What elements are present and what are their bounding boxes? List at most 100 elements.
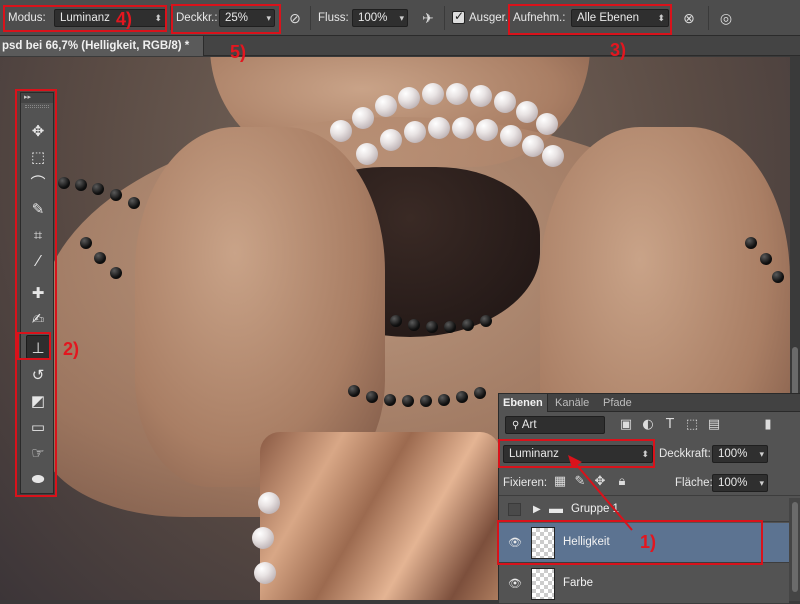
black-bead (110, 267, 122, 279)
lock-all-icon[interactable]: 🔒︎ (613, 473, 631, 491)
pearl (542, 145, 564, 167)
layer-row[interactable]: 👁︎ Farbe (499, 564, 789, 604)
layers-scrollbar[interactable] (789, 498, 800, 601)
annotation-5: 5) (230, 42, 247, 62)
highlight-toolbox (15, 89, 57, 497)
layer-name: Gruppe 1 (571, 503, 619, 515)
pearl (330, 120, 352, 142)
divider (708, 6, 709, 30)
scrollbar-thumb[interactable] (792, 502, 798, 592)
black-bead (745, 237, 757, 249)
folder-icon: ▬ (549, 500, 563, 516)
chevron-down-icon: ▾ (759, 478, 764, 488)
highlight-opacity (171, 4, 281, 34)
layers-panel: Ebenen Kanäle Pfade ⚲ Art ▣ ◐ T ⬚ ▤ ▮ Lu… (498, 393, 800, 604)
document-tab[interactable]: psd bei 66,7% (Helligkeit, RGB/8) * (0, 36, 204, 56)
type-filter-icon[interactable]: T (661, 416, 679, 434)
tab-paths[interactable]: Pfade (599, 394, 636, 412)
pearl (446, 83, 468, 105)
black-bead (390, 315, 402, 327)
tab-layers[interactable]: Ebenen (499, 394, 548, 412)
fill-input[interactable]: 100% ▾ (712, 474, 768, 492)
smart-object-filter-icon[interactable]: ▤ (705, 416, 723, 434)
black-bead (366, 391, 378, 403)
pearl (500, 125, 522, 147)
flow-label: Fluss: (318, 12, 349, 24)
pearl (252, 527, 274, 549)
lock-position-icon[interactable]: ✥ (591, 473, 609, 491)
highlight-sample (508, 4, 672, 35)
search-icon: ⚲ (512, 420, 520, 431)
lock-fill-row: Fixieren: ▦ ✎ ✥ 🔒︎ Fläche: 100% ▾ (499, 470, 800, 496)
pixel-filter-icon[interactable]: ▣ (617, 416, 635, 434)
black-bead (128, 197, 140, 209)
black-bead (75, 179, 87, 191)
pearl (352, 107, 374, 129)
layer-opacity-value: 100% (718, 448, 748, 460)
black-bead (110, 189, 122, 201)
pearl (494, 91, 516, 113)
pearl (452, 117, 474, 139)
ignore-adjustment-layers-icon[interactable]: ⊗ (679, 8, 699, 28)
black-bead (456, 391, 468, 403)
divider (444, 6, 445, 30)
black-bead (426, 321, 438, 333)
disclosure-triangle-icon[interactable]: ▶ (533, 503, 541, 517)
layer-opacity-input[interactable]: 100% ▾ (712, 445, 768, 463)
black-bead (408, 319, 420, 331)
black-bead (420, 395, 432, 407)
black-bead (474, 387, 486, 399)
annotation-2: 2) (63, 339, 80, 359)
divider (310, 6, 311, 30)
adjustment-filter-icon[interactable]: ◐ (639, 416, 657, 434)
filter-toggle-icon[interactable]: ▮ (759, 416, 777, 434)
tab-channels[interactable]: Kanäle (551, 394, 593, 412)
pearl (522, 135, 544, 157)
satin-fabric (260, 432, 500, 600)
pearl (428, 117, 450, 139)
pearl (476, 119, 498, 141)
black-bead (462, 319, 474, 331)
visibility-toggle[interactable] (508, 503, 521, 516)
shape-filter-icon[interactable]: ⬚ (683, 416, 701, 434)
annotation-3: 3) (610, 40, 627, 60)
black-bead (444, 321, 456, 333)
black-bead (760, 253, 772, 265)
pearl (258, 492, 280, 514)
black-bead (772, 271, 784, 283)
layer-name: Farbe (563, 577, 594, 589)
aligned-checkbox[interactable] (452, 9, 465, 24)
airbrush-icon[interactable]: ✈ (418, 8, 438, 28)
panel-tabs: Ebenen Kanäle Pfade (499, 394, 800, 412)
black-bead (348, 385, 360, 397)
pearl (380, 129, 402, 151)
black-bead (94, 252, 106, 264)
highlight-clone-stamp (17, 332, 51, 360)
opacity-label: Deckkraft: (659, 448, 711, 460)
black-bead (80, 237, 92, 249)
document-tab-bar: psd bei 66,7% (Helligkeit, RGB/8) * (0, 36, 800, 56)
pressure-size-icon[interactable]: ◎ (716, 8, 736, 28)
fill-label: Fläche: (675, 477, 713, 489)
aligned-label: Ausger. (469, 12, 508, 24)
flow-input[interactable]: 100% ▾ (352, 9, 408, 27)
flow-value: 100% (358, 12, 388, 24)
black-bead (384, 394, 396, 406)
annotation-4: 4) (116, 9, 133, 29)
black-bead (480, 315, 492, 327)
lock-label: Fixieren: (503, 477, 548, 489)
chevron-down-icon: ▾ (399, 13, 404, 23)
lock-image-icon[interactable]: ✎ (571, 473, 589, 491)
black-bead (438, 394, 450, 406)
lock-transparency-icon[interactable]: ▦ (551, 473, 569, 491)
pearl (516, 101, 538, 123)
eye-icon[interactable]: 👁︎ (507, 576, 523, 592)
layer-row-group[interactable]: ▶ ▬ Gruppe 1 (499, 498, 789, 522)
layer-filter-row: ⚲ Art ▣ ◐ T ⬚ ▤ ▮ (499, 413, 800, 439)
pearl (536, 113, 558, 135)
chevron-down-icon: ▾ (759, 449, 764, 459)
layer-filter-value: Art (521, 419, 537, 431)
highlight-mode (3, 5, 167, 32)
airbrush-pressure-icon[interactable]: ⊘ (285, 8, 305, 28)
layer-filter-select[interactable]: ⚲ Art (505, 416, 605, 434)
